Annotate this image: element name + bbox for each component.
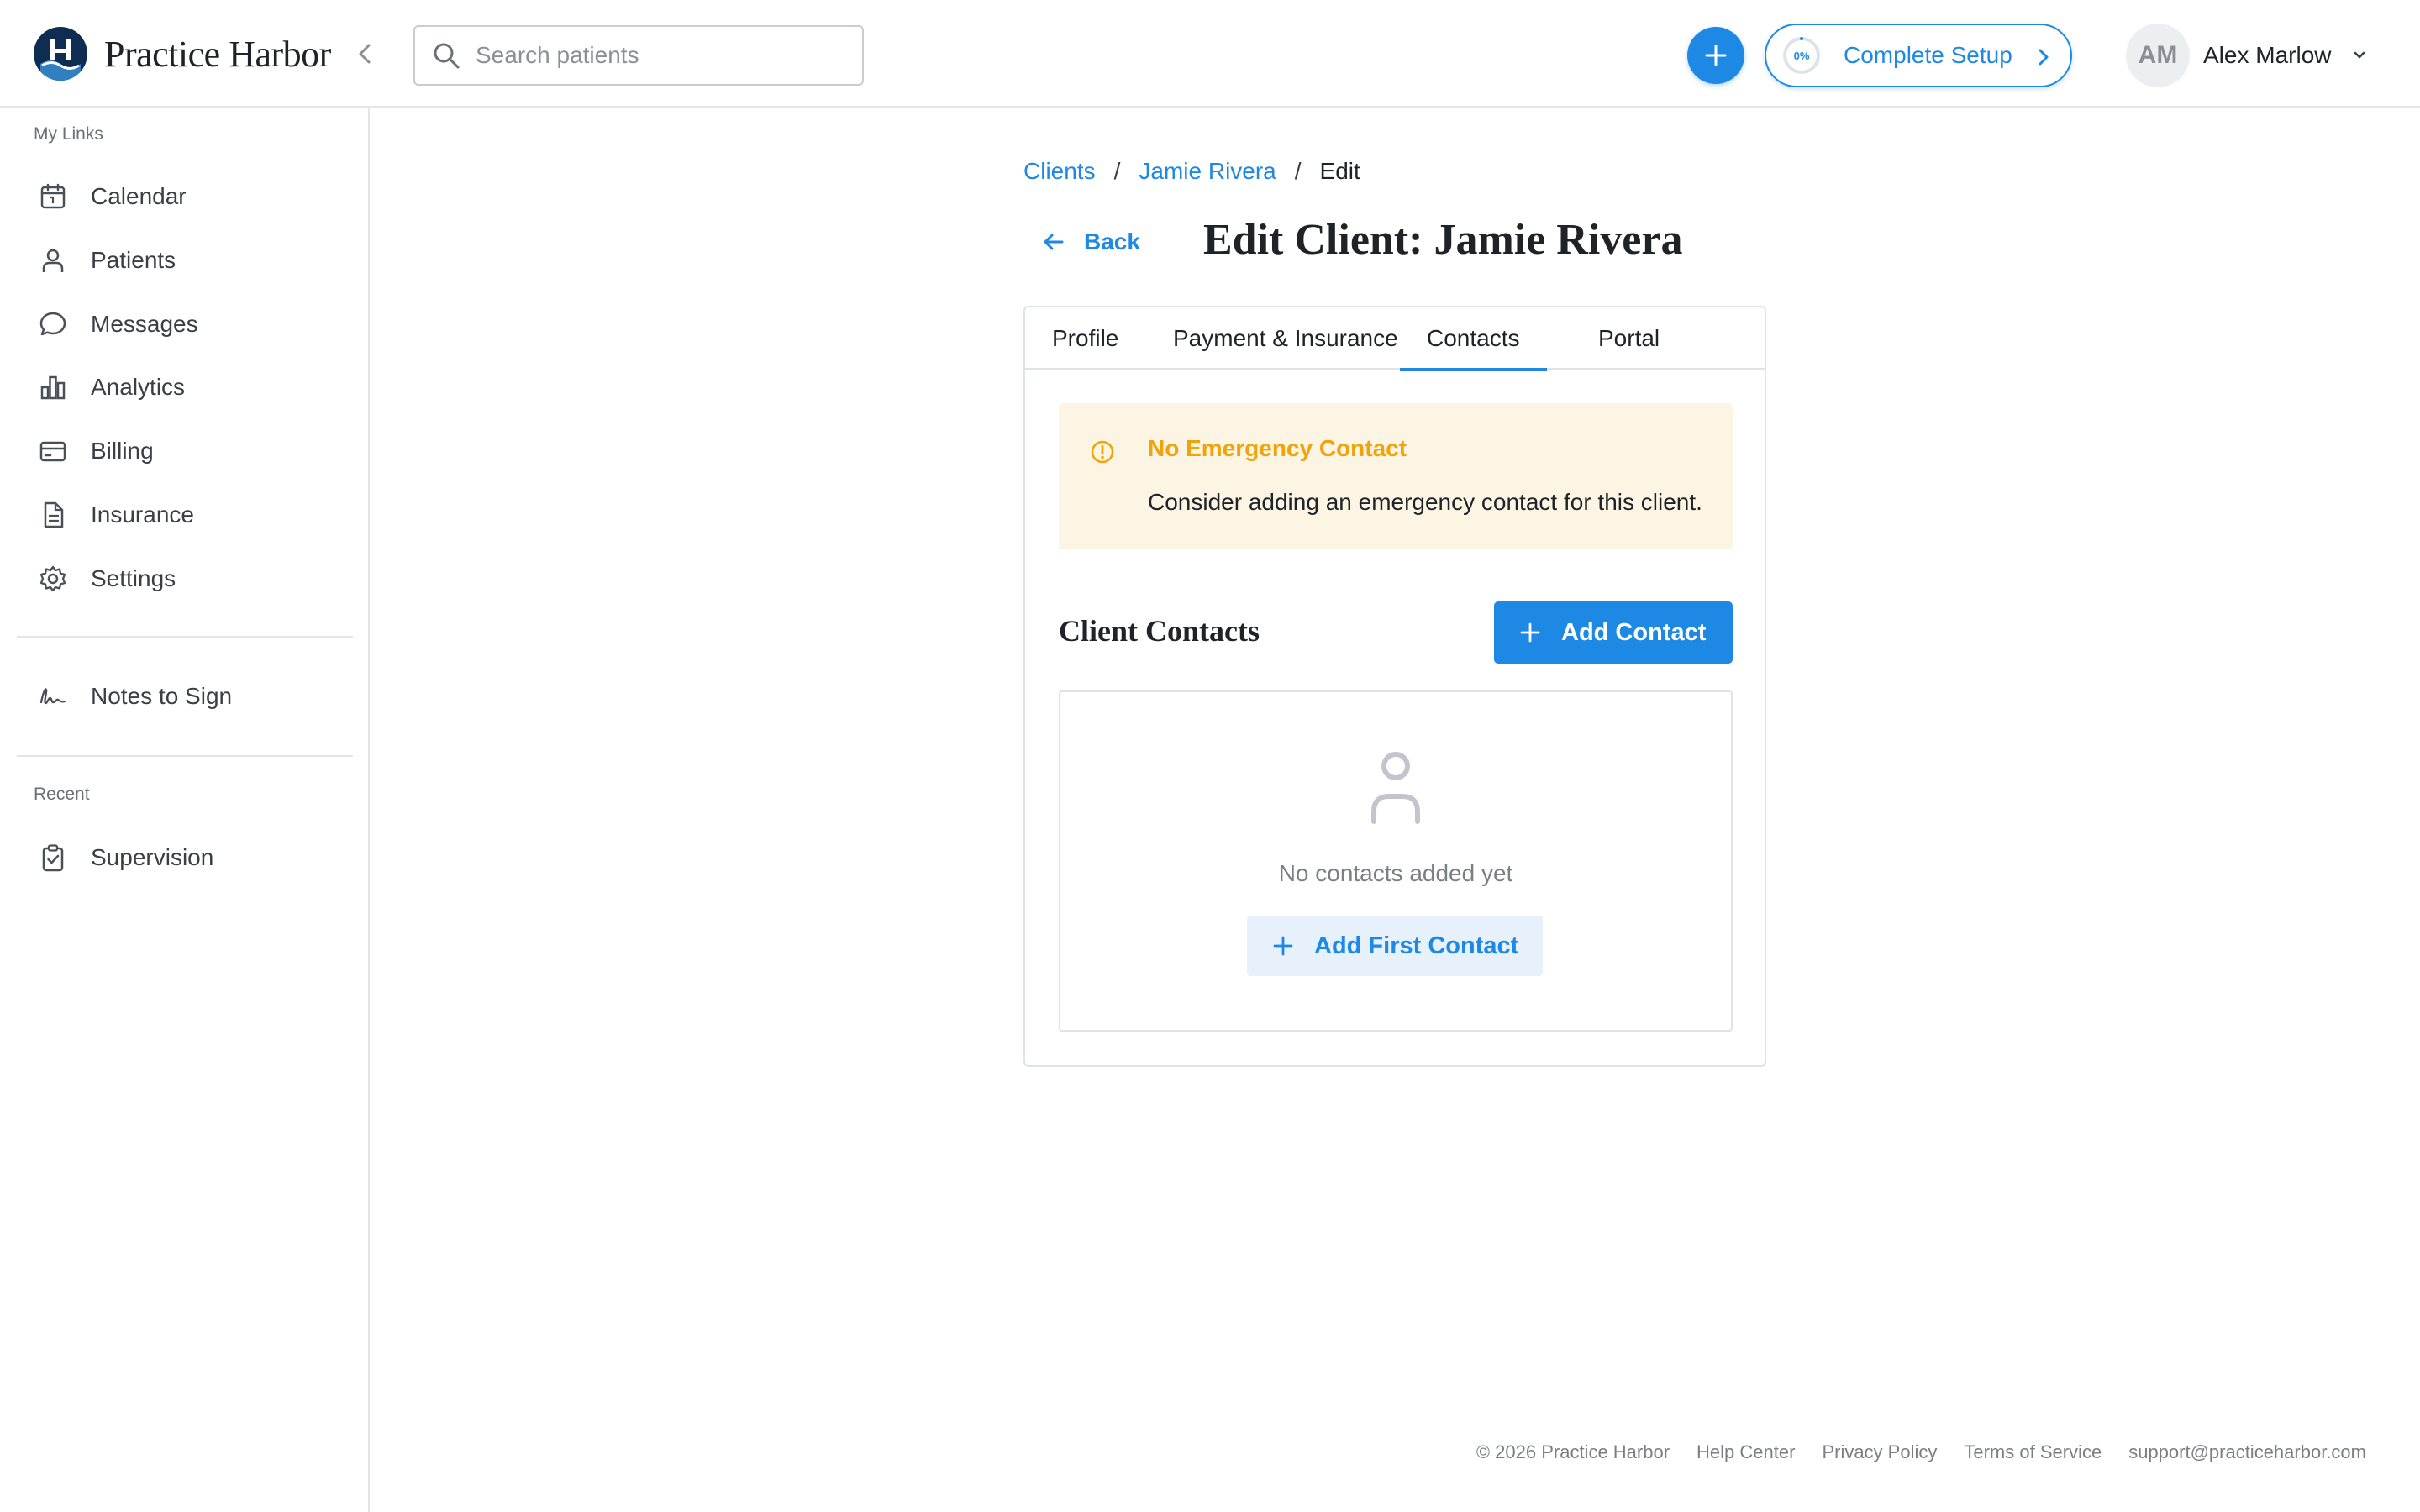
warning-circle-icon [1091, 440, 1114, 464]
quick-add-button[interactable] [1687, 27, 1744, 84]
message-icon [37, 308, 69, 340]
sidebar-item-insurance[interactable]: Insurance [17, 488, 353, 542]
alert-body: Consider adding an emergency contact for… [1148, 489, 1702, 515]
plus-icon [1520, 622, 1540, 643]
add-contact-label: Add Contact [1561, 618, 1707, 646]
footer-link-help-center[interactable]: Help Center [1697, 1441, 1795, 1463]
setup-progress-text: 0% [1793, 49, 1810, 62]
app-name: Practice Harbor [104, 33, 331, 75]
sidebar-divider [17, 636, 353, 638]
breadcrumb-current: Edit [1319, 158, 1360, 184]
breadcrumb-separator: / [1113, 158, 1121, 184]
footer-copyright: © 2026 Practice Harbor [1476, 1441, 1670, 1462]
contacts-empty-state: No contacts added yet Add First Contact [1059, 690, 1733, 1032]
plus-icon [1273, 936, 1293, 956]
arrow-left-icon [1044, 234, 1064, 250]
sidebar-item-label: Settings [91, 565, 176, 591]
sidebar-item-notes-to-sign[interactable]: Notes to Sign [17, 669, 353, 723]
add-first-contact-label: Add First Contact [1314, 932, 1519, 959]
client-contacts-heading: Client Contacts [1059, 614, 1260, 648]
tab-contacts[interactable]: Contacts [1400, 307, 1547, 371]
sidebar-item-label: Calendar [91, 183, 187, 209]
footer-support-email[interactable]: support@practiceharbor.com [2128, 1441, 2366, 1463]
recent-label: Recent [34, 785, 90, 804]
user-menu[interactable]: AM Alex Marlow [2126, 24, 2368, 87]
back-button[interactable]: Back [1042, 225, 1140, 259]
credit-card-icon [37, 435, 69, 467]
avatar: AM [2126, 24, 2190, 87]
breadcrumb-clients-link[interactable]: Clients [1023, 158, 1096, 185]
gear-icon [37, 563, 69, 595]
breadcrumb-separator: / [1294, 158, 1302, 184]
person-icon [37, 244, 69, 276]
calendar-icon [37, 181, 69, 213]
person-placeholder-icon [1371, 752, 1420, 824]
alert-title: No Emergency Contact [1148, 435, 1407, 461]
tab-portal[interactable]: Portal [1598, 307, 1660, 370]
setup-label: Complete Setup [1844, 42, 2012, 68]
brand[interactable]: Practice Harbor [34, 27, 331, 81]
sidebar-item-label: Notes to Sign [91, 683, 233, 709]
signature-icon [37, 680, 69, 712]
emergency-contact-alert: No Emergency Contact Consider adding an … [1059, 403, 1733, 549]
tab-profile[interactable]: Profile [1052, 307, 1118, 370]
sidebar-item-patients[interactable]: Patients [17, 234, 353, 287]
breadcrumb: Clients / Jamie Rivera / Edit [1023, 158, 1360, 185]
chevron-right-icon [2039, 49, 2049, 66]
add-contact-button[interactable]: Add Contact [1494, 601, 1733, 664]
sidebar-item-label: Billing [91, 438, 154, 464]
sidebar-item-label: Supervision [91, 844, 214, 870]
complete-setup-button[interactable]: 0% Complete Setup [1765, 24, 2072, 87]
sidebar-item-analytics[interactable]: Analytics [17, 360, 353, 414]
footer-link-privacy-policy[interactable]: Privacy Policy [1822, 1441, 1937, 1463]
sidebar-item-billing[interactable]: Billing [17, 424, 353, 478]
sidebar-item-calendar[interactable]: Calendar [17, 170, 353, 223]
sidebar-item-label: Insurance [91, 501, 194, 528]
sidebar-item-label: Patients [91, 247, 176, 273]
sidebar-item-messages[interactable]: Messages [17, 297, 353, 351]
user-name: Alex Marlow [2203, 42, 2332, 68]
setup-progress-ring: 0% [1781, 35, 1822, 76]
add-first-contact-button[interactable]: Add First Contact [1247, 916, 1543, 976]
footer-link-terms[interactable]: Terms of Service [1964, 1441, 2102, 1463]
chevron-down-icon [2354, 51, 2365, 59]
plus-icon [1705, 45, 1727, 66]
sidebar-item-label: Analytics [91, 374, 186, 400]
sidebar-divider [17, 755, 353, 757]
search-box [413, 25, 864, 86]
top-bar: Practice Harbor 0% Complete Setup [0, 0, 2420, 108]
search-input[interactable] [476, 42, 845, 69]
sidebar-item-supervision[interactable]: Supervision [17, 831, 353, 885]
harbor-logo-icon [34, 27, 87, 81]
document-icon [37, 499, 69, 531]
breadcrumb-client-link[interactable]: Jamie Rivera [1139, 158, 1276, 185]
search-icon [434, 43, 460, 69]
my-links-label: My Links [34, 124, 103, 144]
tab-bar: Profile Payment & Insurance Contacts Por… [1025, 307, 1765, 371]
bar-chart-icon [37, 371, 69, 403]
sidebar-item-label: Messages [91, 311, 198, 337]
page-title: Edit Client: Jamie Rivera [1203, 216, 1683, 264]
back-label: Back [1084, 228, 1140, 255]
chevron-left-icon [359, 44, 371, 64]
sidebar: My Links Calendar Patients Messages Anal… [0, 108, 370, 1512]
collapse-sidebar-button[interactable] [350, 39, 380, 69]
tab-payment-insurance[interactable]: Payment & Insurance [1173, 307, 1398, 370]
clipboard-check-icon [37, 842, 69, 874]
empty-state-text: No contacts added yet [1278, 860, 1513, 886]
footer: © 2026 Practice Harbor Help Center Priva… [1449, 1441, 2366, 1463]
sidebar-item-settings[interactable]: Settings [17, 552, 353, 606]
edit-client-card: Profile Payment & Insurance Contacts Por… [1023, 306, 1766, 1067]
